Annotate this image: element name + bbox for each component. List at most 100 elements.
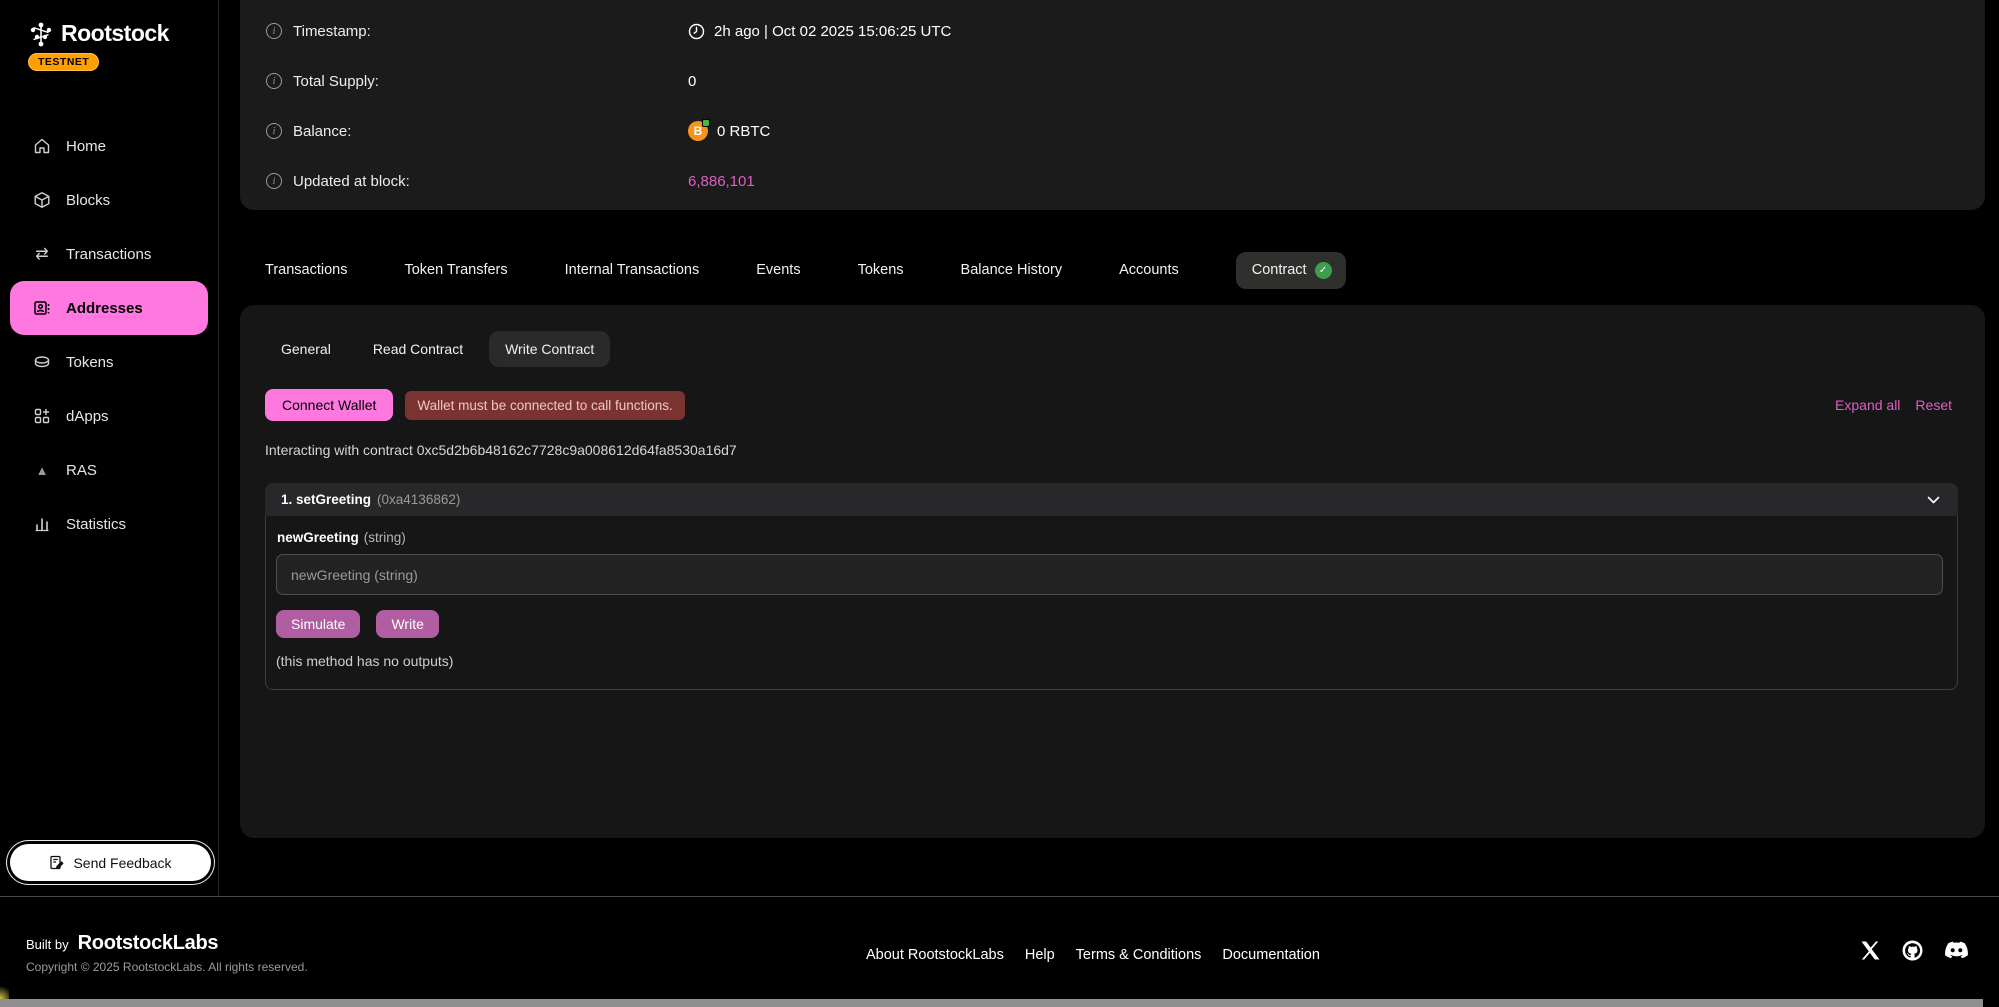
- timestamp-value: 2h ago | Oct 02 2025 15:06:25 UTC: [688, 23, 951, 40]
- footer-brand-name[interactable]: RootstockLabs: [78, 932, 219, 955]
- tab-transactions[interactable]: Transactions: [265, 262, 347, 278]
- subtab-write-contract[interactable]: Write Contract: [489, 331, 610, 367]
- connect-wallet-button[interactable]: Connect Wallet: [265, 389, 393, 421]
- transfer-arrows-icon: ⇄: [32, 244, 52, 264]
- ras-triangle-icon: ▲: [32, 463, 52, 478]
- feedback-label: Send Feedback: [73, 855, 171, 871]
- sidebar-item-label: RAS: [66, 462, 97, 479]
- horizontal-scrollbar[interactable]: [0, 999, 1983, 1007]
- x-twitter-icon[interactable]: [1860, 940, 1881, 961]
- subtab-read-contract[interactable]: Read Contract: [357, 331, 479, 367]
- tab-tokens[interactable]: Tokens: [858, 262, 904, 278]
- info-icon: i: [266, 173, 282, 189]
- sidebar-item-ras[interactable]: ▲ RAS: [0, 443, 218, 497]
- rbtc-network-badge: [702, 119, 710, 127]
- subtab-general[interactable]: General: [265, 331, 347, 367]
- address-tabs: Transactions Token Transfers Internal Tr…: [265, 248, 1346, 292]
- app-root: Rootstock TESTNET Home Blocks ⇄ Transact…: [0, 0, 1999, 1007]
- clock-icon: [688, 23, 705, 40]
- social-links: [1860, 939, 1969, 962]
- send-feedback-button[interactable]: Send Feedback: [10, 844, 211, 881]
- contract-subtabs: General Read Contract Write Contract: [265, 331, 1952, 367]
- home-icon: [32, 137, 52, 155]
- reset-link[interactable]: Reset: [1915, 397, 1952, 413]
- contract-panel: General Read Contract Write Contract Con…: [240, 305, 1985, 838]
- method-selector: (0xa4136862): [377, 492, 460, 507]
- interacting-contract-text: Interacting with contract 0xc5d2b6b48162…: [265, 442, 1952, 458]
- expand-all-link[interactable]: Expand all: [1835, 397, 1900, 413]
- coin-icon: [32, 353, 52, 371]
- method-title: 1. setGreeting: [281, 492, 371, 507]
- address-info-card: i Timestamp: 2h ago | Oct 02 2025 15:06:…: [240, 0, 1985, 210]
- tab-events[interactable]: Events: [756, 262, 800, 278]
- footer-brand-block: Built by RootstockLabs Copyright © 2025 …: [26, 932, 308, 974]
- chevron-down-icon: [1927, 496, 1940, 504]
- method-accordion-header[interactable]: 1. setGreeting (0xa4136862): [265, 483, 1958, 516]
- footer-links: About RootstockLabs Help Terms & Conditi…: [866, 947, 1320, 963]
- discord-icon[interactable]: [1944, 941, 1969, 960]
- brand-name: Rootstock: [61, 20, 169, 47]
- sidebar-item-blocks[interactable]: Blocks: [0, 173, 218, 227]
- sidebar-item-addresses[interactable]: Addresses: [10, 281, 208, 335]
- info-row-timestamp: i Timestamp: 2h ago | Oct 02 2025 15:06:…: [240, 6, 1985, 56]
- cube-icon: [32, 191, 52, 209]
- info-label: i Balance:: [266, 123, 688, 140]
- github-icon[interactable]: [1901, 939, 1924, 962]
- sidebar-item-statistics[interactable]: Statistics: [0, 497, 218, 551]
- feedback-note-icon: [49, 855, 64, 870]
- sidebar-item-label: Addresses: [66, 300, 143, 317]
- wallet-warning: Wallet must be connected to call functio…: [405, 391, 684, 420]
- sidebar-item-label: Transactions: [66, 246, 151, 263]
- param-input[interactable]: [276, 554, 1943, 595]
- sidebar-item-label: dApps: [66, 408, 109, 425]
- tab-accounts[interactable]: Accounts: [1119, 262, 1179, 278]
- panel-actions: Expand all Reset: [1835, 397, 1952, 413]
- balance-value: B 0 RBTC: [688, 121, 770, 141]
- sidebar-item-label: Home: [66, 138, 106, 155]
- write-button[interactable]: Write: [376, 610, 438, 638]
- verified-check-icon: ✓: [1315, 262, 1332, 279]
- method-buttons: Simulate Write: [276, 610, 1943, 638]
- tab-contract[interactable]: Contract ✓: [1236, 252, 1346, 289]
- sidebar-nav: Home Blocks ⇄ Transactions Addresses: [0, 119, 218, 551]
- footer-link-help[interactable]: Help: [1025, 947, 1055, 963]
- info-row-total-supply: i Total Supply: 0: [240, 56, 1985, 106]
- footer-link-terms[interactable]: Terms & Conditions: [1076, 947, 1202, 963]
- dapps-grid-icon: [32, 407, 52, 425]
- sidebar-item-label: Statistics: [66, 516, 126, 533]
- built-by-label: Built by: [26, 937, 69, 952]
- sidebar: Rootstock TESTNET Home Blocks ⇄ Transact…: [0, 0, 219, 896]
- testnet-badge: TESTNET: [28, 53, 99, 71]
- tab-internal-transactions[interactable]: Internal Transactions: [565, 262, 700, 278]
- info-row-updated-block: i Updated at block: 6,886,101: [240, 156, 1985, 206]
- info-icon: i: [266, 73, 282, 89]
- info-icon: i: [266, 123, 282, 139]
- outputs-note: (this method has no outputs): [276, 653, 1943, 669]
- simulate-button[interactable]: Simulate: [276, 610, 360, 638]
- total-supply-value: 0: [688, 73, 696, 90]
- sidebar-item-home[interactable]: Home: [0, 119, 218, 173]
- brand-logo[interactable]: Rootstock TESTNET: [0, 0, 218, 71]
- info-label: i Total Supply:: [266, 73, 688, 90]
- tab-balance-history[interactable]: Balance History: [961, 262, 1063, 278]
- sidebar-item-transactions[interactable]: ⇄ Transactions: [0, 227, 218, 281]
- method-accordion-body: newGreeting(string) Simulate Write (this…: [265, 516, 1958, 690]
- param-label: newGreeting(string): [277, 530, 1943, 545]
- sidebar-item-dapps[interactable]: dApps: [0, 389, 218, 443]
- wallet-row: Connect Wallet Wallet must be connected …: [265, 389, 1952, 421]
- contact-card-icon: [32, 299, 52, 317]
- info-label: i Updated at block:: [266, 173, 688, 190]
- sidebar-item-tokens[interactable]: Tokens: [0, 335, 218, 389]
- tab-token-transfers[interactable]: Token Transfers: [404, 262, 507, 278]
- method-accordion: 1. setGreeting (0xa4136862) newGreeting(…: [265, 483, 1958, 690]
- footer-link-about[interactable]: About RootstockLabs: [866, 947, 1004, 963]
- info-label: i Timestamp:: [266, 23, 688, 40]
- corner-glow: [0, 984, 9, 999]
- footer-link-documentation[interactable]: Documentation: [1222, 947, 1320, 963]
- rootstock-tree-icon: [28, 21, 54, 47]
- block-number-link[interactable]: 6,886,101: [688, 173, 755, 190]
- info-icon: i: [266, 23, 282, 39]
- sidebar-item-label: Blocks: [66, 192, 110, 209]
- info-row-balance: i Balance: B 0 RBTC: [240, 106, 1985, 156]
- sidebar-item-label: Tokens: [66, 354, 114, 371]
